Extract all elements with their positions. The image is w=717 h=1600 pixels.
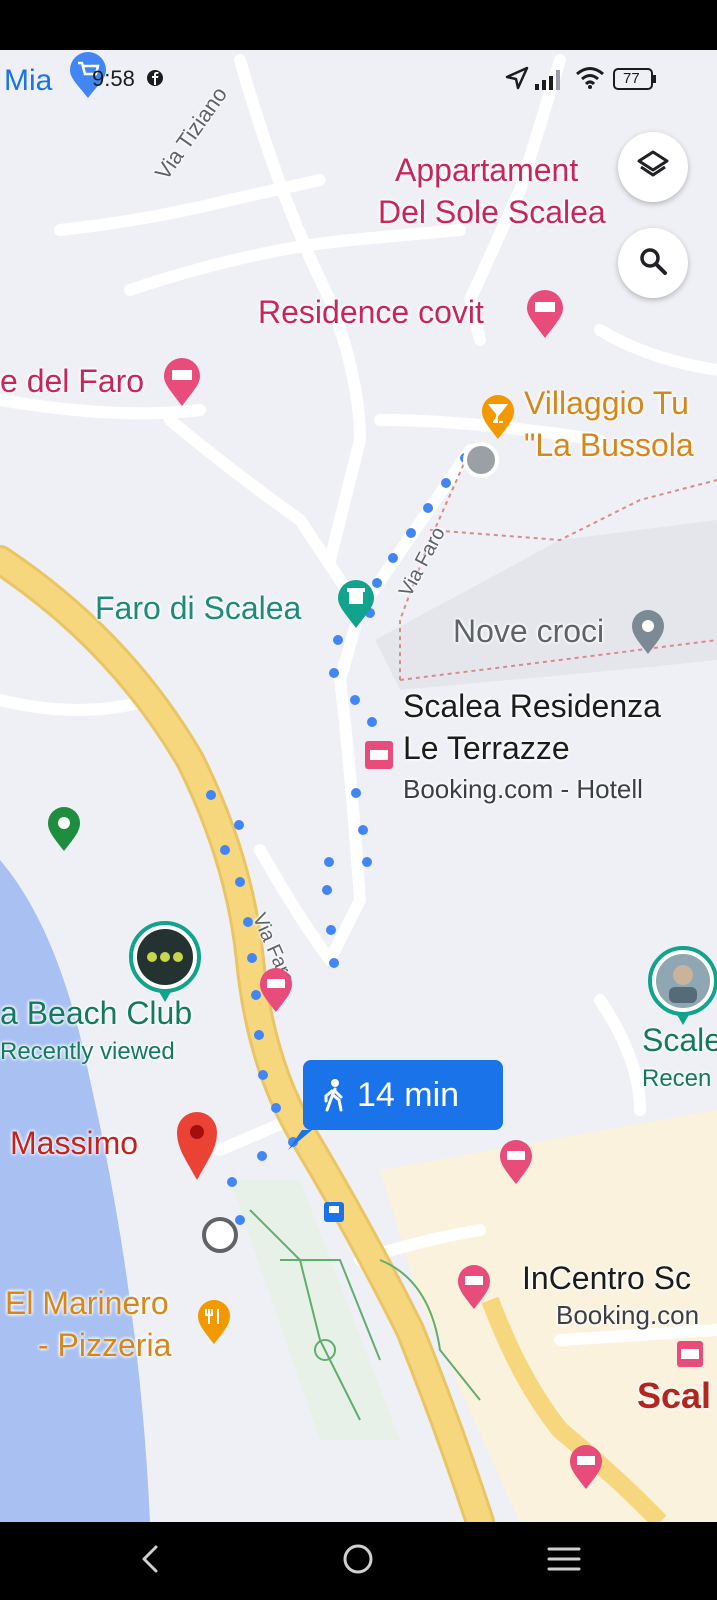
home-icon xyxy=(341,1542,375,1581)
signal-icon xyxy=(535,68,565,96)
facebook-icon xyxy=(146,69,164,93)
chip-pointer xyxy=(288,1130,312,1150)
hotel-pin-icon[interactable] xyxy=(525,290,565,345)
restaurant-pin-icon[interactable] xyxy=(196,1300,232,1351)
recents-button[interactable] xyxy=(534,1536,594,1586)
poi-residenza-sub: Booking.com - Hotell xyxy=(403,774,643,804)
system-nav-bar xyxy=(0,1522,717,1600)
wifi-icon xyxy=(575,66,605,96)
scalea-photo-pin[interactable] xyxy=(647,945,717,1032)
carrier-label: Mia xyxy=(4,64,53,97)
poi-villaggio-line1[interactable]: Villaggio Tu xyxy=(524,385,689,422)
landmark-pin-icon[interactable] xyxy=(336,580,376,635)
poi-residenza-line2[interactable]: Le Terrazze xyxy=(403,730,570,767)
poi-incentro-sub: Booking.con xyxy=(556,1300,700,1330)
top-bezel xyxy=(0,0,717,50)
poi-faro-di-scalea[interactable]: Faro di Scalea xyxy=(95,590,301,627)
search-button[interactable] xyxy=(618,228,688,298)
route-end-marker[interactable] xyxy=(202,1217,238,1253)
back-icon xyxy=(138,1544,162,1579)
layers-icon xyxy=(636,148,670,187)
battery-level: 77 xyxy=(623,70,640,87)
poi-residenza-line1[interactable]: Scalea Residenza xyxy=(403,688,661,725)
clock: 9:58 xyxy=(92,66,135,91)
hotel-icon[interactable] xyxy=(676,1340,704,1373)
back-button[interactable] xyxy=(120,1536,180,1586)
poi-incentro[interactable]: InCentro Sc xyxy=(522,1260,691,1297)
recents-icon xyxy=(547,1545,581,1578)
poi-villaggio-line2[interactable]: "La Bussola xyxy=(524,427,694,464)
home-button[interactable] xyxy=(328,1536,388,1586)
walking-person-icon xyxy=(321,1078,347,1112)
poi-marinero-line1[interactable]: El Marinero xyxy=(5,1285,169,1322)
park-area xyxy=(230,1180,400,1440)
layers-button[interactable] xyxy=(618,132,688,202)
route-start-marker[interactable] xyxy=(463,442,499,478)
poi-del-faro[interactable]: e del Faro xyxy=(0,363,144,400)
destination-pin-icon[interactable] xyxy=(175,1110,219,1187)
hotel-pin-icon[interactable] xyxy=(568,1445,604,1496)
poi-appartament-line1[interactable]: Appartament xyxy=(395,152,578,189)
poi-scalea-town[interactable]: Scal xyxy=(637,1375,711,1417)
poi-marinero-line2[interactable]: - Pizzeria xyxy=(38,1327,171,1364)
hotel-pin-icon[interactable] xyxy=(498,1140,534,1191)
route-duration-chip[interactable]: 14 min xyxy=(303,1060,503,1130)
map-view[interactable]: Via Tiziano Via Faro Via Faro Appartamen… xyxy=(0,50,717,1522)
hotel-icon[interactable] xyxy=(364,740,394,775)
green-pin-icon[interactable] xyxy=(46,807,82,858)
screen: Via Tiziano Via Faro Via Faro Appartamen… xyxy=(0,0,717,1600)
poi-scalea-right-sub: Recen xyxy=(642,1065,712,1092)
poi-beach-club[interactable]: a Beach Club xyxy=(0,995,192,1032)
search-icon xyxy=(637,245,669,282)
bar-pin-icon[interactable] xyxy=(480,395,516,446)
poi-beach-club-sub: Recently viewed xyxy=(0,1038,175,1065)
poi-appartament-line2[interactable]: Del Sole Scalea xyxy=(378,194,606,231)
poi-nove-croci[interactable]: Nove croci xyxy=(453,613,604,650)
hotel-pin-icon[interactable] xyxy=(456,1265,492,1316)
route-duration: 14 min xyxy=(357,1075,460,1114)
poi-scalea-right[interactable]: Scale xyxy=(642,1022,717,1059)
battery-icon: 77 xyxy=(613,67,657,97)
poi-massimo[interactable]: Massimo xyxy=(10,1125,138,1162)
hotel-pin-icon[interactable] xyxy=(162,358,202,413)
location-pin-icon[interactable] xyxy=(630,610,666,661)
location-arrow-icon xyxy=(505,66,529,96)
poi-residence-covit[interactable]: Residence covit xyxy=(258,294,484,331)
hotel-pin-icon[interactable] xyxy=(258,968,294,1019)
